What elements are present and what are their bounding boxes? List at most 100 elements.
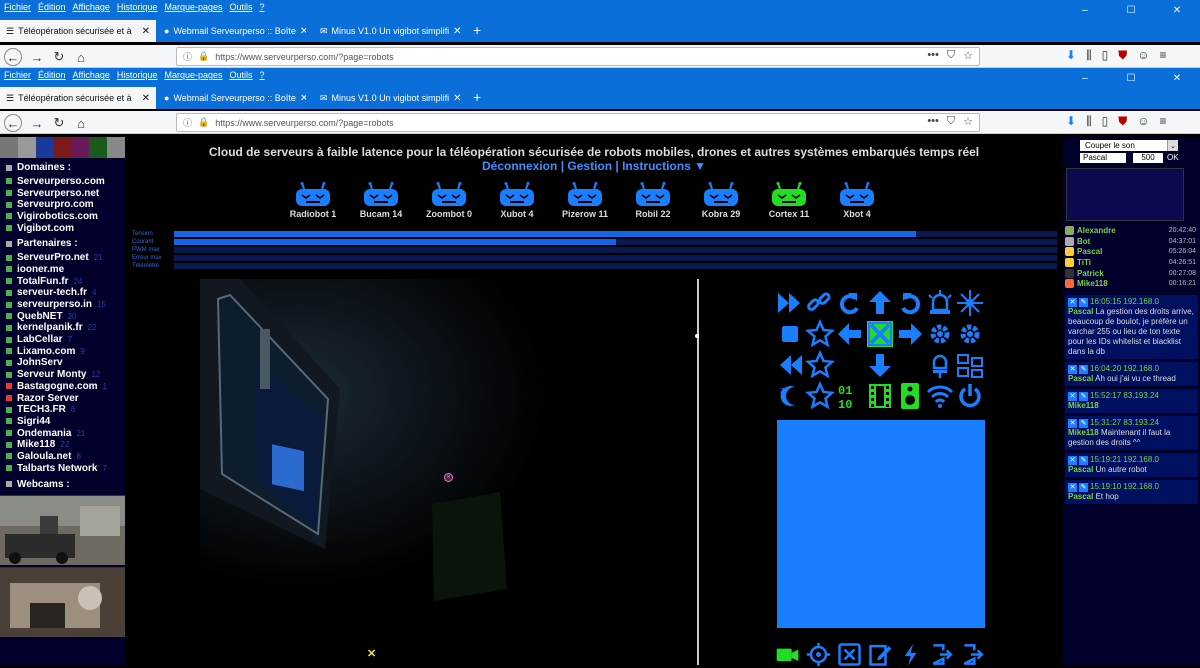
tab-webmail[interactable]: ● Webmail Serveurperso :: Boîte ✕ bbox=[158, 20, 306, 42]
close-window-button[interactable]: ✕ bbox=[1154, 68, 1200, 88]
instructions-link[interactable]: Instructions ▼ bbox=[622, 159, 706, 173]
menu-marque-pages[interactable]: Marque-pages bbox=[164, 70, 222, 80]
library-icon[interactable]: ⫼ bbox=[1086, 48, 1092, 63]
new-tab-icon[interactable]: + bbox=[473, 89, 481, 105]
hamburger-icon[interactable]: ≡ bbox=[1159, 114, 1166, 129]
menu-marque-pages[interactable]: Marque-pages bbox=[164, 2, 222, 12]
partner-link[interactable]: JohnServ bbox=[0, 357, 125, 370]
joystick-area[interactable] bbox=[777, 420, 985, 628]
back-icon[interactable]: ← bbox=[4, 48, 22, 66]
close-tab-icon[interactable]: ✕ bbox=[453, 93, 461, 104]
partner-link[interactable]: Galoula.net 8 bbox=[0, 451, 125, 463]
new-tab-icon[interactable]: + bbox=[473, 22, 481, 38]
arrow-right-button[interactable] bbox=[895, 318, 925, 349]
power-button[interactable] bbox=[955, 380, 985, 411]
target-button[interactable] bbox=[806, 642, 831, 667]
bookmark-star-icon[interactable]: ☆ bbox=[963, 49, 973, 62]
robot-2[interactable]: Zoombot 0 bbox=[421, 182, 477, 219]
forward-icon[interactable]: → bbox=[28, 114, 46, 132]
bolt-button[interactable] bbox=[899, 642, 924, 667]
partner-link[interactable]: ServeurPro.net 21 bbox=[0, 252, 125, 264]
partner-link[interactable]: Talbarts Network 7 bbox=[0, 463, 125, 475]
partner-link[interactable]: Serveur Monty 12 bbox=[0, 369, 125, 381]
delete-icon[interactable]: ✕ bbox=[1068, 455, 1077, 465]
partner-link[interactable]: Razor Server bbox=[0, 393, 125, 405]
edit-icon[interactable]: ✎ bbox=[1079, 482, 1088, 492]
gear-alt-button[interactable] bbox=[955, 318, 985, 349]
menu-edition[interactable]: Édition bbox=[38, 2, 66, 12]
ok-button[interactable]: OK bbox=[1167, 153, 1185, 163]
close-tab-icon[interactable]: ✕ bbox=[142, 26, 150, 37]
partner-link[interactable]: Ondemania 21 bbox=[0, 428, 125, 440]
theme-swatch[interactable] bbox=[89, 137, 108, 158]
delete-icon[interactable]: ✕ bbox=[1068, 297, 1077, 307]
x-box-button[interactable] bbox=[837, 642, 862, 667]
tab-teleoperation[interactable]: ☰ Téléopération sécurisée et à ✕ bbox=[0, 87, 156, 109]
menu-fichier[interactable]: Fichier bbox=[4, 70, 31, 80]
bulb-button[interactable] bbox=[925, 349, 955, 380]
partner-link[interactable]: QuebNET 20 bbox=[0, 311, 125, 323]
pocket-icon[interactable]: ⛉ bbox=[947, 49, 955, 62]
partner-link[interactable]: TECH3.FR 6 bbox=[0, 404, 125, 416]
page-actions-icon[interactable]: ••• bbox=[927, 115, 939, 128]
minimize-button[interactable]: – bbox=[1062, 68, 1108, 88]
partner-link[interactable]: Bastagogne.com 1 bbox=[0, 381, 125, 393]
sound-select[interactable]: Couper le son ⌄ bbox=[1080, 140, 1178, 151]
edit-icon[interactable]: ✎ bbox=[1079, 364, 1088, 374]
user-row[interactable]: Mike118 00:16:21 bbox=[1065, 278, 1198, 289]
menu-outils[interactable]: Outils bbox=[230, 2, 253, 12]
home-icon[interactable]: ⌂ bbox=[72, 48, 90, 66]
speaker-button[interactable] bbox=[895, 380, 925, 411]
close-tab-icon[interactable]: ✕ bbox=[300, 93, 306, 104]
chat-input[interactable] bbox=[1066, 168, 1184, 221]
edit-icon[interactable]: ✎ bbox=[1079, 418, 1088, 428]
tab-minus[interactable]: ✉ Minus V1.0 Un vigibot simplifi ✕ bbox=[314, 20, 466, 42]
url-bar[interactable]: ⓘ 🔒 https://www.serveurperso.com/?page=r… bbox=[176, 113, 980, 132]
back-icon[interactable]: ← bbox=[4, 114, 22, 132]
delete-icon[interactable]: ✕ bbox=[1068, 391, 1077, 401]
download-icon[interactable]: ⬇ bbox=[1066, 114, 1076, 129]
robot-4[interactable]: Pizerow 11 bbox=[557, 182, 613, 219]
reload-icon[interactable]: ↻ bbox=[50, 114, 68, 132]
hamburger-icon[interactable]: ≡ bbox=[1159, 48, 1166, 63]
url-bar[interactable]: ⓘ 🔒 https://www.serveurperso.com/?page=r… bbox=[176, 47, 980, 66]
link-button[interactable] bbox=[805, 287, 835, 318]
sidebar-icon[interactable]: ▯ bbox=[1102, 48, 1109, 63]
edit-icon[interactable]: ✎ bbox=[1079, 391, 1088, 401]
moon-sleep-button[interactable]: z bbox=[775, 380, 805, 411]
rewind-button[interactable] bbox=[775, 349, 805, 380]
robot-8[interactable]: Xbot 4 bbox=[829, 182, 885, 219]
menu-historique[interactable]: Historique bbox=[117, 70, 158, 80]
pocket-icon[interactable]: ⛉ bbox=[947, 115, 955, 128]
page-actions-icon[interactable]: ••• bbox=[927, 49, 939, 62]
divider-handle[interactable] bbox=[695, 334, 699, 338]
sidebar-icon[interactable]: ▯ bbox=[1102, 114, 1109, 129]
logout-button[interactable] bbox=[961, 642, 986, 667]
domain-link[interactable]: Serveurperso.com bbox=[0, 176, 125, 188]
minimize-button[interactable]: – bbox=[1062, 0, 1108, 20]
ublock-icon[interactable]: ⛊ bbox=[1118, 48, 1127, 63]
edit-icon[interactable]: ✎ bbox=[1079, 455, 1088, 465]
tab-webmail[interactable]: ● Webmail Serveurperso :: Boîte ✕ bbox=[158, 87, 306, 109]
robot-5[interactable]: Robil 22 bbox=[625, 182, 681, 219]
film-button[interactable] bbox=[865, 380, 895, 411]
menu-affichage[interactable]: Affichage bbox=[73, 2, 110, 12]
gestion-link[interactable]: Gestion bbox=[567, 159, 612, 173]
partner-link[interactable]: Lixamo.com 9 bbox=[0, 346, 125, 358]
domain-link[interactable]: Vigibot.com bbox=[0, 223, 125, 235]
rotate-left-button[interactable] bbox=[835, 287, 865, 318]
theme-swatch[interactable] bbox=[107, 137, 126, 158]
arrow-up-button[interactable] bbox=[865, 287, 895, 318]
user-row[interactable]: Alexandre 20:42:40 bbox=[1065, 225, 1198, 236]
bookmark-star-icon[interactable]: ☆ bbox=[963, 115, 973, 128]
partner-link[interactable]: kernelpanik.fr 22 bbox=[0, 322, 125, 335]
theme-swatch[interactable] bbox=[35, 137, 54, 158]
domain-link[interactable]: Serveurpro.com bbox=[0, 199, 125, 211]
library-icon[interactable]: ⫼ bbox=[1086, 114, 1092, 129]
partner-link[interactable]: serveurperso.in 15 bbox=[0, 299, 125, 311]
delete-icon[interactable]: ✕ bbox=[1068, 482, 1077, 492]
maximize-button[interactable]: ☐ bbox=[1108, 68, 1154, 88]
video-stream[interactable]: × ✕ bbox=[200, 279, 696, 665]
theme-swatch[interactable] bbox=[0, 137, 18, 158]
partner-link[interactable]: LabCellar 7 bbox=[0, 334, 125, 346]
